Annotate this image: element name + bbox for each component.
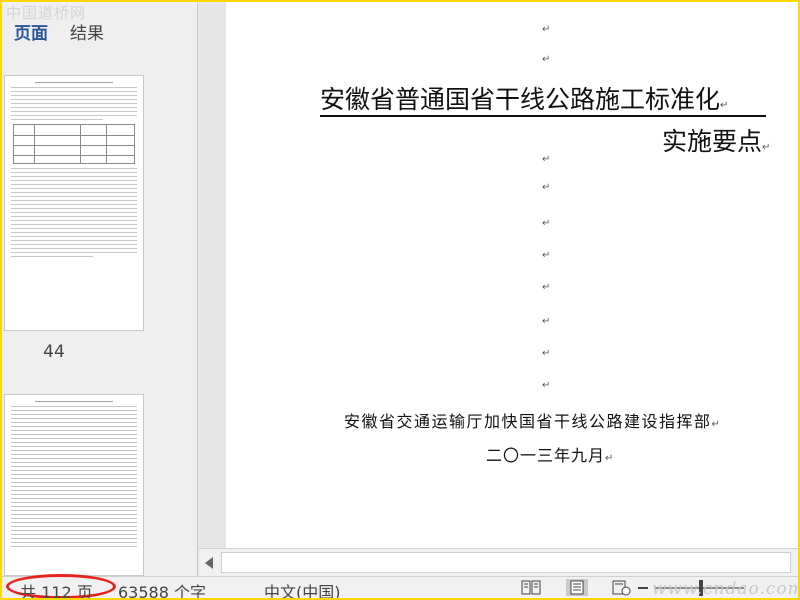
paragraph-mark: ↵	[542, 348, 551, 359]
document-title-line2: 实施要点↵	[662, 127, 771, 156]
horizontal-scrollbar[interactable]	[199, 548, 798, 576]
web-layout-icon[interactable]	[610, 579, 632, 596]
zoom-out-icon[interactable]	[638, 587, 648, 589]
issuing-organization: 安徽省交通运输厅加快国省干线公路建设指挥部↵	[344, 412, 722, 431]
paragraph-mark: ↵	[542, 250, 551, 261]
scrollbar-track[interactable]	[221, 552, 791, 573]
scroll-left-arrow-icon[interactable]	[205, 557, 213, 569]
paragraph-mark: ↵	[542, 182, 551, 193]
status-bar: 共 112 页 63588 个字 中文(中国) www.cndao.com	[2, 574, 798, 598]
document-title-line1: 安徽省普通国省干线公路施工标准化↵	[320, 85, 729, 114]
page-thumbnail[interactable]	[4, 75, 144, 331]
paragraph-mark: ↵	[542, 282, 551, 293]
read-mode-icon[interactable]	[520, 579, 542, 596]
language-indicator[interactable]: 中文(中国)	[264, 579, 341, 598]
issue-date: 二〇一三年九月↵	[486, 446, 615, 465]
paragraph-mark: ↵	[542, 218, 551, 229]
thumbnail-page-number: 44	[43, 342, 65, 362]
navigation-pane: 中国道桥网 页面 结果 44	[2, 2, 198, 576]
document-area: ↵ ↵ 安徽省普通国省干线公路施工标准化↵ 实施要点↵ ↵ ↵ ↵ ↵ ↵ ↵ …	[199, 2, 798, 576]
paragraph-mark: ↵	[542, 316, 551, 327]
page-thumbnail-next[interactable]	[4, 394, 144, 576]
nav-tabs: 页面 结果	[14, 19, 104, 44]
watermark-bottom: www.cndao.com	[652, 579, 798, 598]
paragraph-mark: ↵	[542, 24, 551, 35]
word-count[interactable]: 63588 个字	[118, 579, 206, 598]
paragraph-mark: ↵	[542, 154, 551, 165]
word-window: 中国道桥网 页面 结果 44 ↵ ↵ 安徽省普通国省干线公路施工标准化↵ 实施要…	[2, 2, 798, 598]
tab-results[interactable]: 结果	[70, 19, 104, 44]
tab-pages[interactable]: 页面	[14, 19, 48, 44]
print-layout-icon[interactable]	[566, 579, 588, 596]
title-underline	[320, 115, 766, 117]
paragraph-mark: ↵	[542, 380, 551, 391]
page-count[interactable]: 共 112 页	[20, 579, 93, 598]
document-page[interactable]: ↵ ↵ 安徽省普通国省干线公路施工标准化↵ 实施要点↵ ↵ ↵ ↵ ↵ ↵ ↵ …	[226, 2, 798, 548]
paragraph-mark: ↵	[542, 54, 551, 65]
